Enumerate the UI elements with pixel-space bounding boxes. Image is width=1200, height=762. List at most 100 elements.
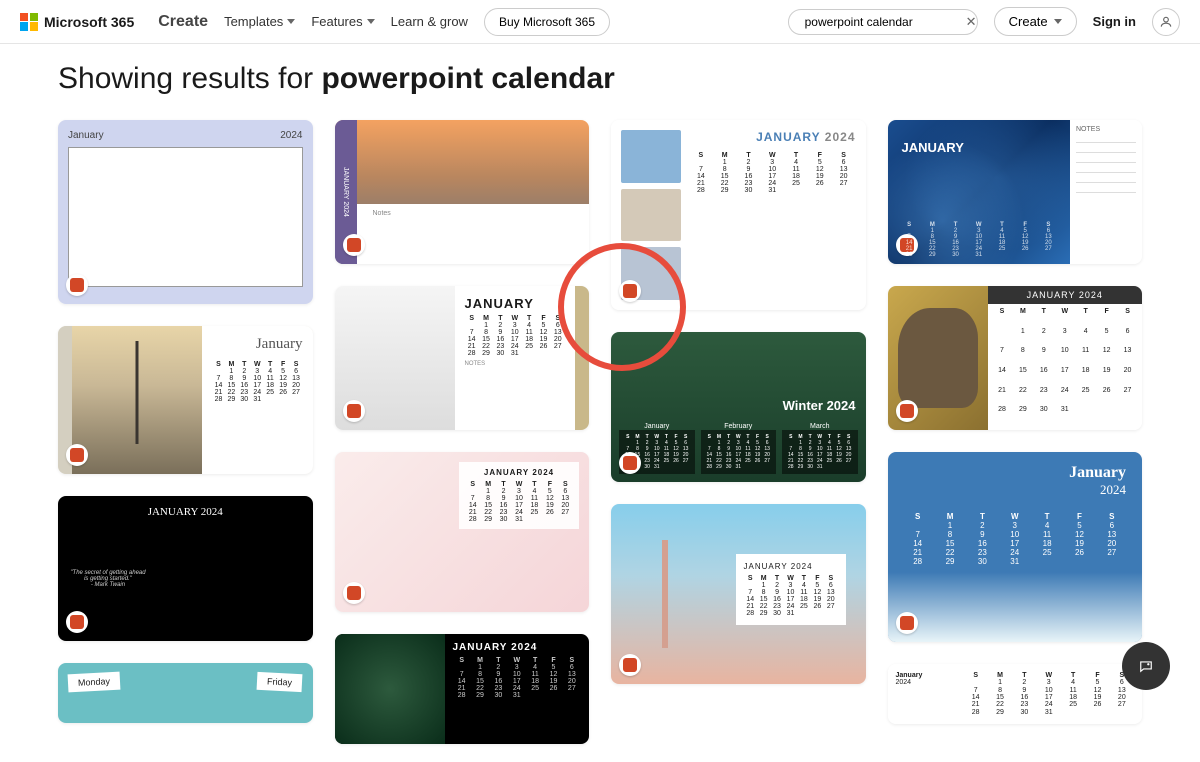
powerpoint-badge-icon	[343, 400, 365, 422]
template-card[interactable]: Monday Friday	[58, 663, 313, 723]
create-button-label: Create	[1009, 14, 1048, 29]
card-preview: Monday Friday	[58, 663, 313, 723]
calendar-grid: SMTWTFS123456789101112131415161718192021…	[902, 512, 1129, 566]
powerpoint-badge-icon	[343, 582, 365, 604]
brand-text: Microsoft 365	[44, 14, 134, 30]
powerpoint-badge-icon	[619, 452, 641, 474]
nav-features-label: Features	[311, 14, 362, 29]
template-card[interactable]: JANUARY 2024 SMTWTFS12345678910111213141…	[611, 504, 866, 684]
powerpoint-badge-icon	[619, 280, 641, 302]
card-preview: January SMTWTFS1234567891011121314151617…	[58, 326, 313, 474]
template-card[interactable]: JANUARY 2024 Notes	[335, 120, 590, 264]
powerpoint-badge-icon	[66, 444, 88, 466]
card-title: JANUARY 2024	[68, 506, 303, 518]
nav-features[interactable]: Features	[311, 14, 374, 29]
nav-learn-label: Learn & grow	[391, 14, 468, 29]
month-label: January	[619, 423, 695, 430]
card-year: 2024	[280, 130, 302, 141]
card-preview: January 2024 SMTWTFS12345678910111213141…	[888, 452, 1143, 642]
card-month: January	[896, 672, 956, 679]
card-photo	[72, 326, 202, 474]
template-card[interactable]: JANUARY 2024 SMTWTFS12345678910111213141…	[611, 120, 866, 310]
card-year: 2024	[825, 130, 856, 144]
powerpoint-badge-icon	[896, 400, 918, 422]
feedback-fab[interactable]	[1122, 642, 1170, 690]
card-photos	[621, 130, 681, 300]
results-heading: Showing results for powerpoint calendar	[58, 62, 1142, 96]
chat-icon	[1139, 659, 1153, 673]
notes-label: Notes	[373, 210, 391, 258]
person-icon	[1159, 15, 1173, 29]
calendar-grid: SMTWTFS123456789101112131415161718192021…	[898, 222, 1061, 258]
results-query: powerpoint calendar	[321, 62, 614, 95]
card-month: January	[68, 130, 104, 141]
buy-ms365-button[interactable]: Buy Microsoft 365	[484, 8, 610, 36]
template-card[interactable]: JANUARY 2024 SMTWTFS12345678910111213141…	[335, 452, 590, 612]
nav-templates[interactable]: Templates	[224, 14, 295, 29]
powerpoint-badge-icon	[66, 611, 88, 633]
calendar-grid: SMTWTFS123456789101112131415161718192021…	[701, 430, 777, 474]
create-button[interactable]: Create	[994, 7, 1077, 36]
template-card[interactable]: JANUARY SMTWTFS1234567891011121314151617…	[888, 120, 1143, 264]
card-month: January	[1069, 464, 1126, 482]
card-title: JANUARY 2024	[988, 286, 1143, 304]
chevron-down-icon	[1054, 19, 1062, 24]
search-box[interactable]: ✕	[788, 9, 978, 35]
template-card[interactable]: JANUARY 2024 SMTWTFS12345678910111213141…	[888, 286, 1143, 430]
template-card[interactable]: January 2024 SMTWTFS12345678910111213141…	[888, 664, 1143, 724]
month-label: March	[782, 423, 858, 430]
card-preview: JANUARY 2024 SMTWTFS12345678910111213141…	[335, 452, 590, 612]
chevron-down-icon	[287, 19, 295, 24]
search-input[interactable]	[805, 15, 960, 29]
card-title: Winter 2024	[611, 388, 866, 423]
template-card[interactable]: January 2024	[58, 120, 313, 304]
calendar-grid: SMTWTFS123456789101112131415161718192021…	[964, 672, 1135, 716]
card-accent	[575, 286, 589, 430]
sign-in-link[interactable]: Sign in	[1093, 14, 1136, 29]
nav-learn-grow[interactable]: Learn & grow	[391, 14, 468, 29]
calendar-grid	[158, 526, 303, 631]
template-card[interactable]: JANUARY 2024 "The secret of getting ahea…	[58, 496, 313, 641]
calendar-grid: SMTWTFS123456789101112131415161718192021…	[453, 657, 582, 699]
powerpoint-badge-icon	[66, 274, 88, 296]
template-card[interactable]: January SMTWTFS1234567891011121314151617…	[58, 326, 313, 474]
calendar-grid: SMTWTFS123456789101112131415161718192021…	[465, 481, 573, 523]
notes-label: NOTES	[1076, 126, 1136, 133]
day-label: Friday	[257, 672, 303, 692]
card-preview: JANUARY 2024 SMTWTFS12345678910111213141…	[611, 504, 866, 684]
card-title: JANUARY 2024	[453, 642, 582, 653]
card-preview: January 2024	[58, 120, 313, 304]
card-title: JANUARY 2024	[744, 562, 838, 571]
template-card[interactable]: January 2024 SMTWTFS12345678910111213141…	[888, 452, 1143, 642]
template-grid: January 2024 January SMTWTFS123456789101…	[58, 120, 1142, 744]
card-year: 2024	[1069, 482, 1126, 498]
template-card[interactable]: Winter 2024 January SMTWTFS1234567891011…	[611, 332, 866, 482]
calendar-grid: SMTWTFS123456789101112131415161718192021…	[988, 304, 1143, 430]
card-quote: "The secret of getting ahead is getting …	[68, 570, 148, 582]
card-preview: JANUARY 2024 "The secret of getting ahea…	[58, 496, 313, 641]
calendar-grid: SMTWTFS123456789101112131415161718192021…	[782, 430, 858, 474]
template-card[interactable]: JANUARY 2024 SMTWTFS12345678910111213141…	[335, 634, 590, 744]
card-title: JANUARY 2024	[465, 468, 573, 477]
card-year: 2024	[896, 679, 956, 686]
card-art	[888, 572, 1143, 642]
template-card[interactable]: JANUARY SMTWTFS1234567891011121314151617…	[335, 286, 590, 430]
card-author: - Mark Twain	[68, 582, 148, 588]
card-preview: JANUARY 2024 Notes	[335, 120, 590, 264]
card-month: JANUARY	[756, 130, 820, 144]
create-logo[interactable]: Create	[158, 13, 208, 31]
nav-templates-label: Templates	[224, 14, 283, 29]
card-month: JANUARY	[902, 140, 964, 155]
results-prefix: Showing results for	[58, 62, 321, 95]
notes-label: NOTES	[465, 361, 566, 367]
card-month: JANUARY	[465, 296, 566, 311]
clear-search-icon[interactable]: ✕	[966, 14, 977, 30]
powerpoint-badge-icon	[343, 234, 365, 256]
card-month: January	[212, 336, 303, 353]
calendar-grid: SMTWTFS123456789101112131415161718192021…	[689, 152, 856, 194]
account-avatar[interactable]	[1152, 8, 1180, 36]
card-preview: JANUARY SMTWTFS1234567891011121314151617…	[335, 286, 590, 430]
day-label: Monday	[68, 672, 121, 693]
ms365-logo[interactable]: Microsoft 365	[20, 13, 134, 31]
card-preview: JANUARY 2024 SMTWTFS12345678910111213141…	[611, 120, 866, 310]
